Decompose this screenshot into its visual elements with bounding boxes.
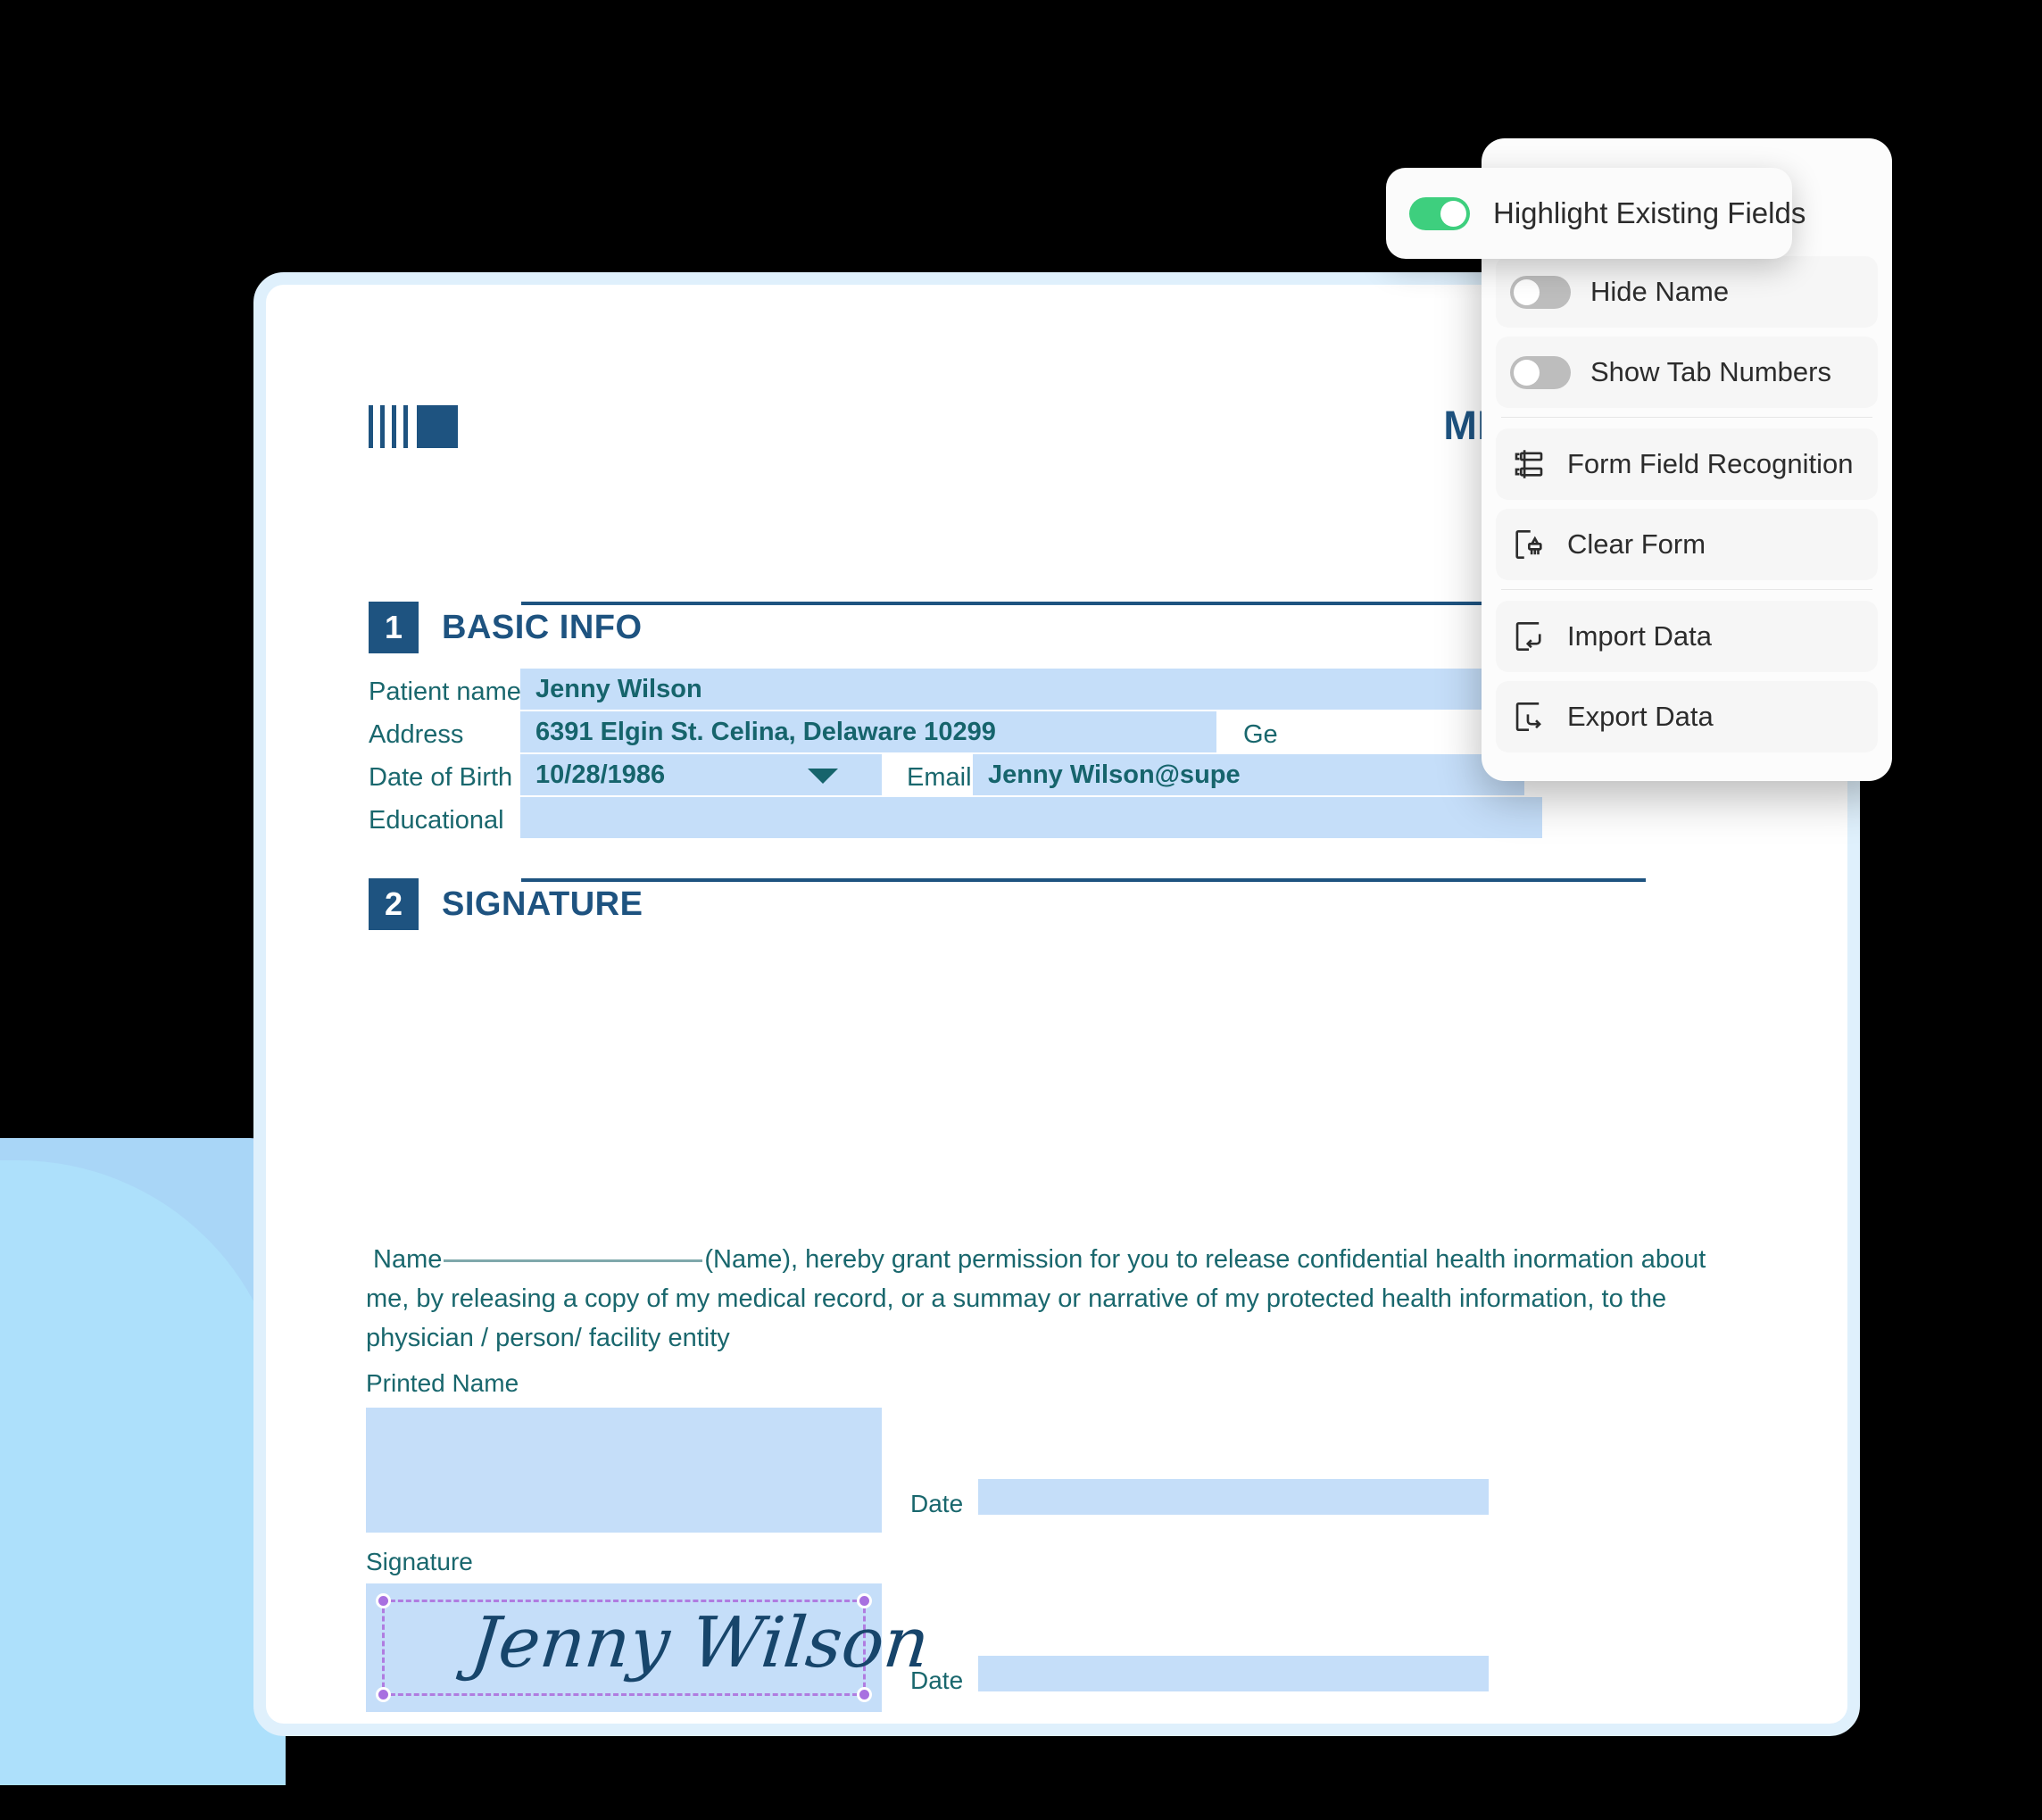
toggle-icon[interactable] [1510,275,1571,309]
section-header-basic-info: 1 BASIC INFO [369,602,1673,653]
date-of-birth-label: Date of Birth [369,763,513,792]
logo-bar [369,405,373,448]
signature-handwriting: Jenny Wilson [467,1603,934,1683]
printed-name-label: Printed Name [366,1369,519,1397]
menu-divider [1501,589,1872,590]
resize-handle-top-left[interactable] [376,1593,391,1608]
consent-name-blank[interactable] [444,1259,703,1262]
printed-name-field[interactable] [366,1408,882,1533]
section-header-signature: 2 SIGNATURE [369,878,1646,930]
toggle-icon[interactable] [1510,355,1571,389]
menu-item-label: Form Field Recognition [1567,448,1854,479]
menu-item-clear-form[interactable]: Clear Form [1496,509,1878,580]
consent-name-label: Name [373,1245,443,1274]
menu-item-import-data[interactable]: Import Data [1496,601,1878,672]
menu-item-label: Export Data [1567,701,1714,732]
address-field[interactable]: 6391 Elgin St. Celina, Delaware 10299 [520,711,1216,752]
menu-item-label: Show Tab Numbers [1590,356,1831,387]
address-label: Address [369,720,464,749]
consent-line-1: (Name), hereby grant permission for you … [704,1245,1634,1274]
highlight-existing-fields-pill[interactable]: Highlight Existing Fields [1386,168,1805,259]
educational-label: Educational [369,806,504,835]
logo-block [417,405,458,448]
patient-name-label: Patient name [369,677,521,706]
menu-item-label: Clear Form [1567,528,1706,560]
menu-item-form-field-recognition[interactable]: Form Field Recognition [1496,428,1878,500]
section-number: 2 [369,878,419,930]
signature-date-field[interactable] [978,1656,1489,1691]
brand-logo [369,405,458,448]
signature-label: Signature [366,1548,473,1575]
consent-paragraph: Name (Name), hereby grant permission for … [366,1240,1714,1358]
section-rule [521,878,1646,882]
section-title: SIGNATURE [442,885,643,923]
form-field-recognition-icon [1515,450,1543,478]
menu-item-label: Hide Name [1590,276,1730,307]
logo-bar [380,405,385,448]
educational-field[interactable] [520,797,1542,838]
menu-item-label: Import Data [1567,620,1712,652]
toggle-knob [1514,278,1540,305]
toggle-knob [1440,200,1466,227]
resize-handle-bottom-left[interactable] [376,1687,391,1702]
menu-item-show-tab-numbers[interactable]: Show Tab Numbers [1496,337,1878,408]
clear-form-brush-icon [1515,529,1542,560]
gender-label: Ge [1243,720,1278,749]
signature-field[interactable]: Jenny Wilson [366,1583,933,1712]
email-label: Email [907,763,972,792]
logo-bars [369,405,408,448]
patient-name-field[interactable]: Jenny Wilson [520,669,1524,710]
email-field[interactable]: Jenny Wilson@supe [973,754,1524,795]
chevron-down-icon[interactable] [808,769,838,784]
export-data-icon [1515,702,1541,732]
logo-bar [403,405,408,448]
section-title: BASIC INFO [442,609,643,646]
menu-divider [1501,417,1872,418]
menu-item-export-data[interactable]: Export Data [1496,681,1878,752]
printed-date-label: Date [910,1490,964,1517]
resize-handle-bottom-right[interactable] [857,1687,872,1702]
printed-date-field[interactable] [978,1479,1489,1515]
menu-item-hide-name[interactable]: Hide Name [1496,256,1878,328]
import-data-icon [1515,621,1541,652]
highlight-fields-toggle-icon[interactable] [1409,196,1470,230]
highlight-fields-label: Highlight Existing Fields [1493,196,1806,229]
section-number: 1 [369,602,419,653]
toggle-knob [1514,359,1540,386]
logo-bar [392,405,396,448]
screenshot-stage: MEDICAL RELE 1 BASIC INFO Patient name J… [0,0,2042,1820]
signature-date-label: Date [910,1666,964,1694]
